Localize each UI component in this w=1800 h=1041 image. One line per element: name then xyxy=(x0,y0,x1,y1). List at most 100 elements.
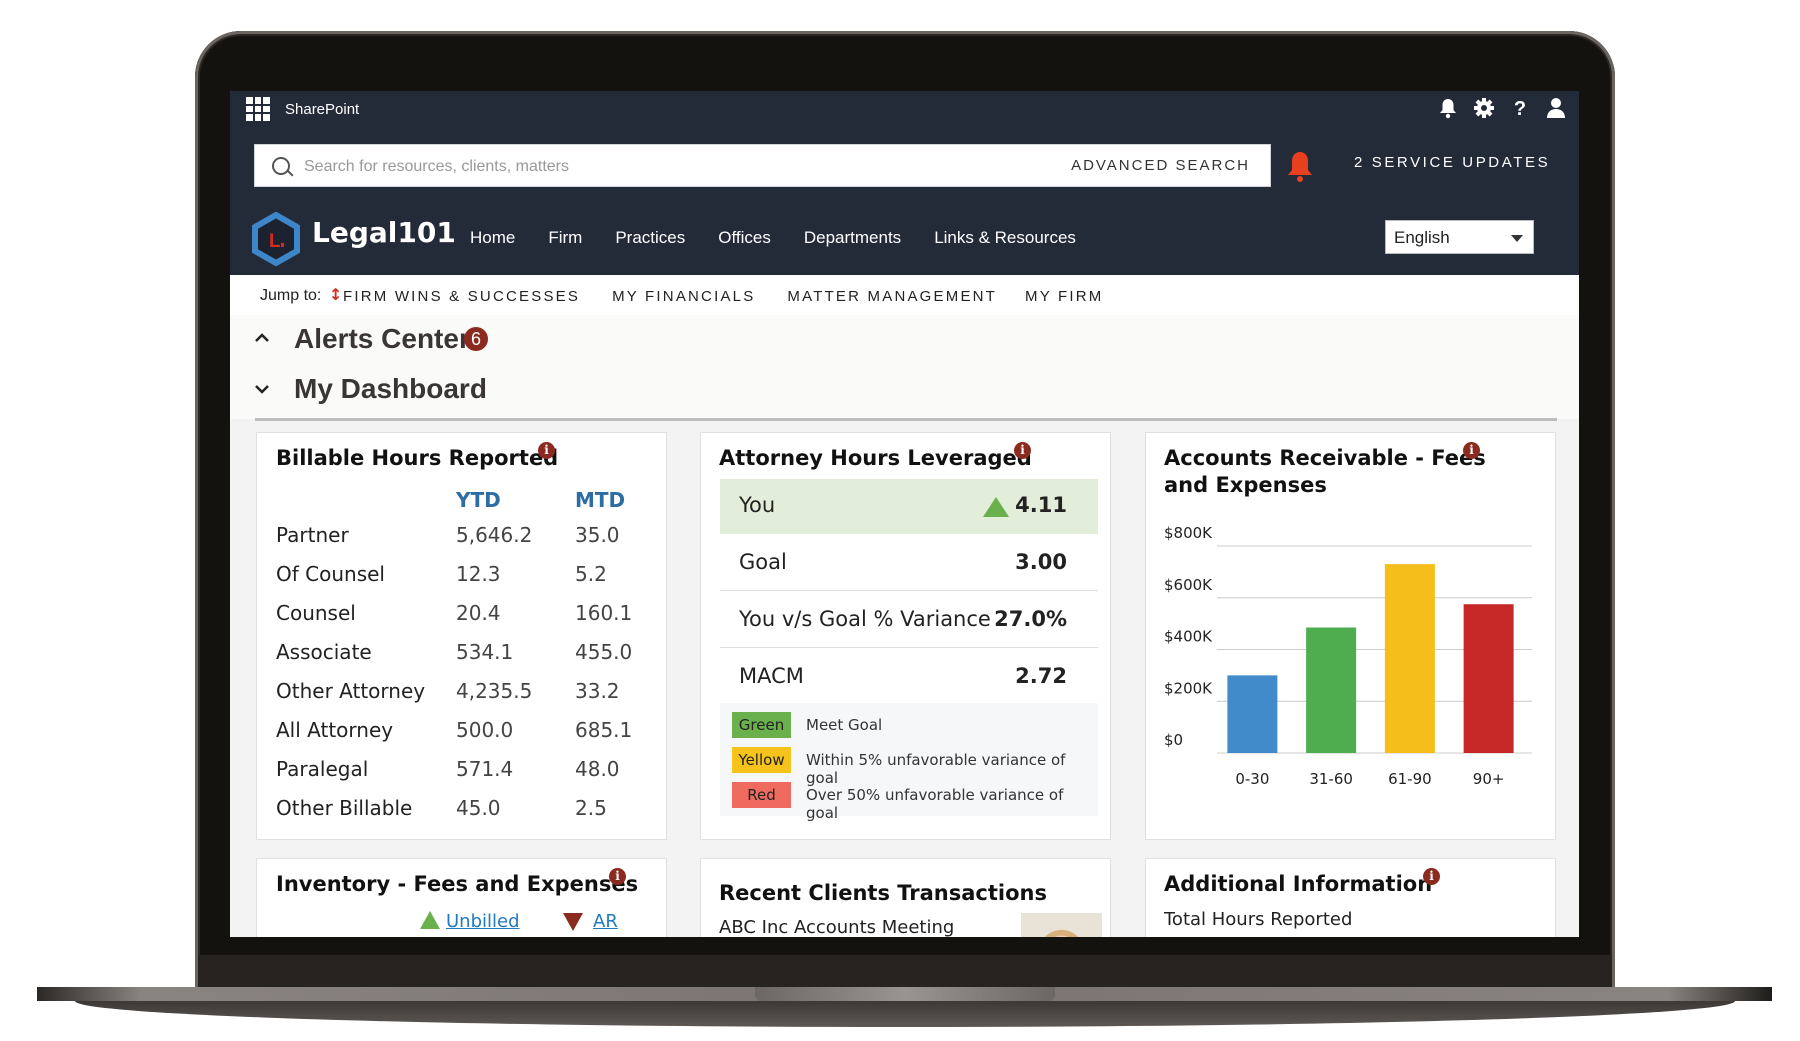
info-icon[interactable]: i xyxy=(609,868,626,885)
inventory-card: Inventory - Fees and Expenses i Unbilled… xyxy=(256,858,667,937)
row-label: Counsel xyxy=(276,601,356,625)
row-label: Other Attorney xyxy=(276,679,426,703)
row-label: Other Billable xyxy=(276,796,413,820)
x-tick-label: 61-90 xyxy=(1388,770,1432,788)
caret-down-icon xyxy=(1511,235,1523,242)
section-divider xyxy=(255,418,1557,421)
y-tick-label: $800K xyxy=(1164,524,1213,542)
trend-up-icon xyxy=(420,911,440,929)
nav-home[interactable]: Home xyxy=(470,228,515,248)
table-row: Paralegal 571.4 48.0 xyxy=(276,757,636,787)
my-dashboard-toggle[interactable]: My Dashboard xyxy=(294,373,487,405)
advanced-search-link[interactable]: ADVANCED SEARCH xyxy=(1071,157,1250,174)
trend-up-icon xyxy=(983,497,1009,517)
brand-name[interactable]: Legal101 xyxy=(312,216,456,249)
unbilled-link-group: Unbilled xyxy=(420,911,520,932)
info-item: Total Hours Reported xyxy=(1164,909,1353,930)
unbilled-link[interactable]: Unbilled xyxy=(446,911,520,932)
row-label: Of Counsel xyxy=(276,562,385,586)
laptop-base-bottom xyxy=(75,1001,1735,1027)
section-headers: Alerts Center 6 My Dashboard xyxy=(230,315,1579,419)
search-box: ADVANCED SEARCH xyxy=(254,144,1271,188)
jump-my-financials[interactable]: MY FINANCIALS xyxy=(612,288,755,305)
table-row: Of Counsel 12.3 5.2 xyxy=(276,562,636,592)
nav-offices[interactable]: Offices xyxy=(718,228,771,248)
card-title: Attorney Hours Leveraged xyxy=(719,446,1032,470)
mtd-value: 685.1 xyxy=(575,718,633,742)
bell-icon[interactable] xyxy=(1437,97,1459,121)
chevron-down-icon[interactable] xyxy=(255,382,269,396)
suite-title[interactable]: SharePoint xyxy=(285,101,359,118)
metric-value: 2.72 xyxy=(1015,664,1067,688)
user-icon[interactable] xyxy=(1545,97,1567,121)
x-tick-label: 0-30 xyxy=(1235,770,1269,788)
jump-links: FIRM WINS & SUCCESSES MY FINANCIALS MATT… xyxy=(343,288,1104,305)
info-icon[interactable]: i xyxy=(1463,442,1480,459)
language-select[interactable]: English xyxy=(1385,220,1534,254)
bar-61-90[interactable] xyxy=(1384,564,1435,753)
mtd-value: 48.0 xyxy=(575,757,620,781)
nav-firm[interactable]: Firm xyxy=(548,228,582,248)
nav-departments[interactable]: Departments xyxy=(804,228,901,248)
metric-row-variance: You v/s Goal % Variance 27.0% xyxy=(720,593,1098,648)
client-photo xyxy=(1021,913,1102,937)
main-nav: Home Firm Practices Offices Departments … xyxy=(470,228,1076,248)
alerts-count-badge: 6 xyxy=(464,327,488,351)
additional-info-card: Additional Information i Total Hours Rep… xyxy=(1145,858,1556,937)
table-row: Counsel 20.4 160.1 xyxy=(276,601,636,631)
legal101-logo[interactable]: L xyxy=(251,212,301,266)
billable-hours-card: Billable Hours Reported i YTD MTD Partne… xyxy=(256,432,667,840)
bar-90+[interactable] xyxy=(1463,604,1514,753)
mtd-value: 33.2 xyxy=(575,679,620,703)
bar-31-60[interactable] xyxy=(1306,627,1357,753)
row-label: Partner xyxy=(276,523,349,547)
info-icon[interactable]: i xyxy=(1014,442,1031,459)
laptop-chin xyxy=(198,955,1612,987)
nav-practices[interactable]: Practices xyxy=(615,228,685,248)
mtd-value: 455.0 xyxy=(575,640,633,664)
info-icon[interactable]: i xyxy=(1423,868,1440,885)
ar-link-group: AR xyxy=(563,911,618,932)
metric-label: MACM xyxy=(739,664,804,688)
accounts-receivable-card: Accounts Receivable - Fees and Expenses … xyxy=(1145,432,1556,840)
language-value: English xyxy=(1394,228,1450,247)
updown-arrow-icon: ↕ xyxy=(329,285,343,304)
laptop-notch xyxy=(755,987,1055,1001)
ar-link[interactable]: AR xyxy=(593,911,618,932)
metric-label: You v/s Goal % Variance xyxy=(739,607,991,631)
card-title: Additional Information xyxy=(1164,872,1433,896)
bar-0-30[interactable] xyxy=(1227,675,1278,753)
metric-label: You xyxy=(739,493,776,517)
mtd-value: 160.1 xyxy=(575,601,633,625)
x-tick-label: 90+ xyxy=(1473,770,1505,788)
jump-matter-management[interactable]: MATTER MANAGEMENT xyxy=(787,288,997,305)
mtd-value: 5.2 xyxy=(575,562,607,586)
table-row: All Attorney 500.0 685.1 xyxy=(276,718,636,748)
metric-row-macm: MACM 2.72 xyxy=(720,650,1098,705)
legend-swatch-yellow: Yellow xyxy=(732,747,791,773)
metric-label: Goal xyxy=(739,550,787,574)
jump-to-bar: Jump to: ↕ FIRM WINS & SUCCESSES MY FINA… xyxy=(230,275,1579,315)
metric-row-you: You 4.11 xyxy=(720,479,1098,534)
ytd-value: 571.4 xyxy=(456,757,514,781)
service-updates-link[interactable]: 2 SERVICE UPDATES xyxy=(1354,154,1550,171)
top-icons: ? xyxy=(1437,97,1567,121)
ytd-value: 20.4 xyxy=(456,601,501,625)
alerts-center-toggle[interactable]: Alerts Center xyxy=(294,323,470,355)
service-alert-bell-icon[interactable] xyxy=(1285,150,1315,184)
ar-bar-chart: $0 $200K $400K $600K $800K 0-30 31-60 61-90 90+ xyxy=(1164,524,1532,788)
ytd-value: 534.1 xyxy=(456,640,514,664)
jump-my-firm[interactable]: MY FIRM xyxy=(1025,288,1103,305)
legend-item: Red Over 50% unfavorable variance of goa… xyxy=(732,782,1092,822)
card-title-line1: Accounts Receivable - Fees xyxy=(1164,446,1486,470)
jump-firm-wins[interactable]: FIRM WINS & SUCCESSES xyxy=(343,288,580,305)
app-launcher-icon[interactable] xyxy=(246,97,270,121)
info-icon[interactable]: i xyxy=(538,442,555,459)
legend-item: Green Meet Goal xyxy=(732,712,1092,739)
help-icon[interactable]: ? xyxy=(1509,97,1531,121)
search-input[interactable] xyxy=(302,145,1006,188)
nav-links-resources[interactable]: Links & Resources xyxy=(934,228,1076,248)
transaction-item[interactable]: ABC Inc Accounts Meeting xyxy=(719,917,954,937)
chevron-up-icon[interactable] xyxy=(255,331,269,345)
gear-icon[interactable] xyxy=(1473,97,1495,121)
